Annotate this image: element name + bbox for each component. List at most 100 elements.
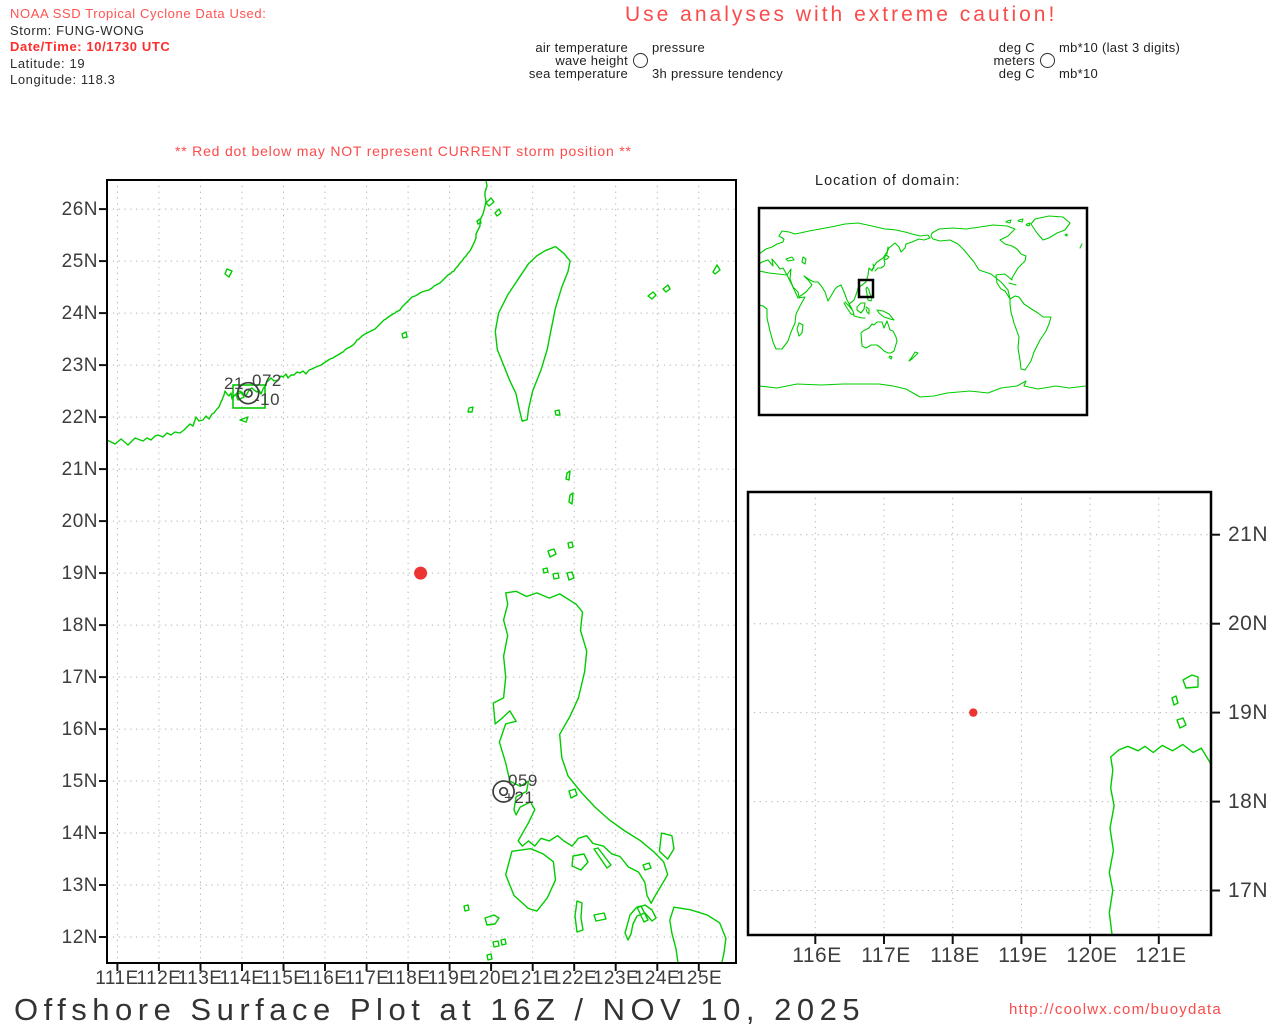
- main-y-tick-label: 14N: [50, 823, 98, 845]
- detail-map-svg: [746, 490, 1224, 960]
- coastline-calamian: [464, 905, 506, 960]
- station-legend-labels-right: pressure 3h pressure tendency: [652, 41, 783, 80]
- main-x-tick-label: 118E: [384, 968, 432, 990]
- coastline-indonesia: [844, 302, 894, 320]
- coastline-antarctica: [759, 381, 1086, 397]
- coastline-samar: [670, 907, 726, 963]
- main-map-svg: [95, 168, 755, 980]
- coastline-hongkong-islands: [225, 269, 407, 422]
- page-title: Offshore Surface Plot at 16Z / NOV 10, 2…: [14, 992, 865, 1024]
- storm-info-longitude: Longitude: 118.3: [10, 72, 266, 89]
- main-x-tick-label: 111E: [93, 968, 141, 990]
- main-y-tick-label: 12N: [50, 927, 98, 949]
- inland-seas: [786, 257, 806, 264]
- legend-sea-temp-label: sea temperature: [508, 67, 628, 80]
- storm-dot-warning: ** Red dot below may NOT represent CURRE…: [175, 143, 632, 159]
- world-inset-svg: [757, 206, 1089, 417]
- main-y-tick-label: 16N: [50, 719, 98, 741]
- detail-x-tick-label: 117E: [856, 944, 916, 968]
- detail-y-tick-label: 20N: [1228, 612, 1268, 636]
- storm-position-dot-detail: [969, 708, 977, 716]
- coastline-china: [107, 180, 487, 445]
- coastline-new-zealand: [909, 352, 918, 361]
- coastline-babuyan-detail: [1172, 675, 1198, 728]
- detail-x-tick-label: 120E: [1062, 944, 1122, 968]
- station-legend-units-right: mb*10 (last 3 digits) mb*10: [1059, 41, 1180, 80]
- main-y-tick-label: 18N: [50, 615, 98, 637]
- coastline-south-america: [1010, 296, 1051, 370]
- world-coastlines: [759, 216, 1086, 397]
- detail-map-ticks: [815, 535, 1220, 944]
- detail-x-tick-label: 116E: [787, 944, 847, 968]
- storm-position-dot: [414, 567, 427, 580]
- coastline-greenland: [1006, 216, 1070, 240]
- legend-pressure-label: pressure: [652, 41, 783, 54]
- station-tendency: -10: [254, 390, 280, 410]
- main-y-tick-label: 21N: [50, 459, 98, 481]
- main-x-tick-label: 120E: [467, 968, 515, 990]
- inset-map-title: Location of domain:: [815, 173, 961, 189]
- storm-info-name: Storm: FUNG-WONG: [10, 23, 266, 40]
- storm-info-source: NOAA SSD Tropical Cyclone Data Used:: [10, 6, 266, 23]
- main-x-tick-label: 125E: [675, 968, 723, 990]
- storm-info-datetime: Date/Time: 10/1730 UTC: [10, 39, 266, 56]
- main-y-tick-label: 20N: [50, 511, 98, 533]
- detail-x-tick-label: 121E: [1131, 944, 1191, 968]
- coastline-masbate: [625, 905, 656, 940]
- legend-sea-temp-unit: deg C: [985, 67, 1035, 80]
- main-y-tick-label: 17N: [50, 667, 98, 689]
- coastline-fujian-islets: [477, 198, 501, 224]
- main-x-tick-label: 124E: [633, 968, 681, 990]
- main-x-tick-label: 116E: [301, 968, 349, 990]
- detail-x-tick-label: 119E: [993, 944, 1053, 968]
- coastline-tablas-romblon: [575, 901, 606, 932]
- station-pressure: 072: [252, 371, 282, 391]
- storm-info-latitude: Latitude: 19: [10, 56, 266, 73]
- coastline-madagascar: [797, 323, 803, 336]
- legend-tendency-unit: mb*10: [1059, 67, 1180, 80]
- coastline-africa: [759, 271, 805, 349]
- main-y-tick-label: 19N: [50, 563, 98, 585]
- source-url-link[interactable]: http://coolwx.com/buoydata: [1009, 1001, 1222, 1018]
- coastline-penghu-lanyu: [468, 407, 560, 415]
- detail-y-tick-label: 19N: [1228, 701, 1268, 725]
- coastline-marinduque: [572, 854, 588, 870]
- coastline-australia: [861, 321, 897, 359]
- detail-y-tick-label: 17N: [1228, 879, 1268, 903]
- main-y-tick-label: 24N: [50, 303, 98, 325]
- station-tendency: +21: [504, 788, 534, 808]
- legend-pressure-unit: mb*10 (last 3 digits): [1059, 41, 1180, 54]
- main-x-tick-label: 114E: [218, 968, 266, 990]
- station-circle-icon: [633, 53, 648, 68]
- coastline-mindoro: [506, 849, 556, 911]
- legend-tendency-label: 3h pressure tendency: [652, 67, 783, 80]
- main-x-tick-label: 122E: [550, 968, 598, 990]
- main-y-tick-label: 23N: [50, 355, 98, 377]
- coastline-luzon-detail: [1109, 745, 1211, 936]
- main-x-tick-label: 113E: [176, 968, 224, 990]
- main-y-tick-label: 25N: [50, 251, 98, 273]
- coastline-burias-ticao: [594, 848, 648, 922]
- coastline-eurasia: [759, 223, 930, 309]
- main-map-ticks: [99, 209, 699, 971]
- main-y-tick-label: 22N: [50, 407, 98, 429]
- detail-y-tick-label: 18N: [1228, 790, 1268, 814]
- main-y-tick-label: 15N: [50, 771, 98, 793]
- main-y-tick-label: 13N: [50, 875, 98, 897]
- detail-map-coastlines: [1109, 675, 1211, 935]
- station-air-temp: 21: [224, 374, 244, 394]
- station-legend-units-left: deg C meters deg C: [985, 41, 1035, 80]
- coastline-batanes-babuyan: [543, 471, 574, 580]
- coastline-north-america: [931, 225, 1026, 299]
- detail-map-grid: [748, 492, 1211, 935]
- station-circle-icon: [1040, 53, 1055, 68]
- station-legend-labels-left: air temperature wave height sea temperat…: [508, 41, 628, 80]
- coastline-philippines-inset: [866, 287, 872, 301]
- caution-headline: Use analyses with extreme caution!: [625, 3, 1057, 27]
- main-y-tick-label: 26N: [50, 199, 98, 221]
- detail-y-tick-label: 21N: [1228, 523, 1268, 547]
- coastline-uk-iceland: [1065, 234, 1082, 248]
- storm-info-block: NOAA SSD Tropical Cyclone Data Used: Sto…: [10, 6, 266, 89]
- detail-map-border: [748, 492, 1211, 935]
- offshore-surface-plot-page: NOAA SSD Tropical Cyclone Data Used: Sto…: [0, 0, 1280, 1024]
